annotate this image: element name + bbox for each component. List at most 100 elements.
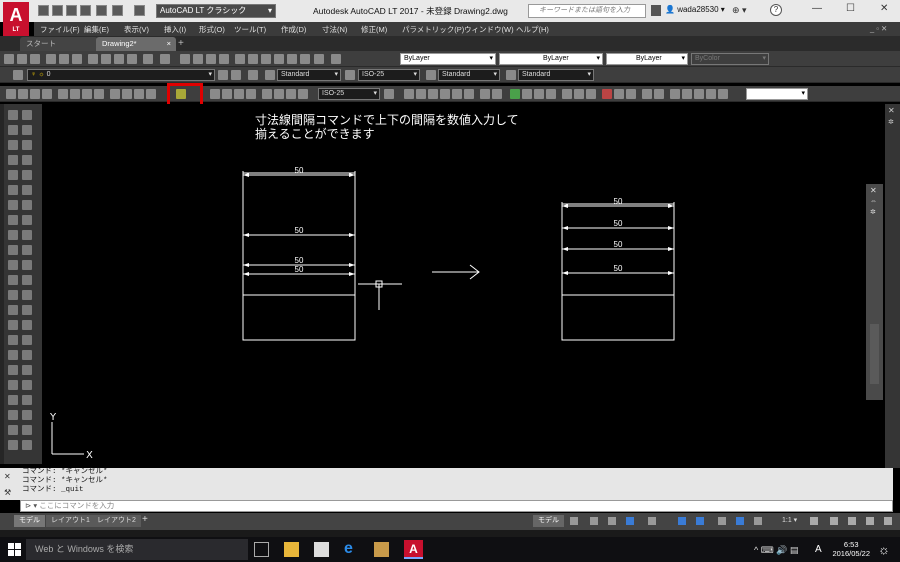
osnap-tangent-icon[interactable] [492, 89, 502, 99]
close-icon[interactable]: ✕ [888, 106, 895, 115]
status-toggles[interactable] [568, 516, 778, 526]
drawing-canvas[interactable]: 50 50 50 50 50 50 50 50 Y X [42, 104, 885, 468]
save-icon[interactable] [66, 5, 77, 16]
add-selected-icon[interactable] [22, 245, 32, 255]
arc-icon[interactable] [22, 140, 32, 150]
osnap-apparent-icon[interactable] [440, 89, 450, 99]
close-icon[interactable]: × [167, 37, 171, 51]
menu-parametric[interactable]: パラメトリック(P) [402, 24, 464, 35]
dim-override-icon[interactable] [298, 89, 308, 99]
layer-properties-icon[interactable] [13, 70, 23, 80]
ime-indicator[interactable]: A [815, 544, 822, 555]
dimension[interactable]: 50 [242, 265, 356, 278]
menu-file[interactable]: ファイル(F) [40, 24, 80, 35]
undo-icon[interactable] [112, 5, 123, 16]
clock[interactable]: 6:53 2016/05/22 [832, 540, 870, 558]
offset-icon[interactable] [22, 275, 32, 285]
single-text-icon[interactable] [22, 380, 32, 390]
menu-help[interactable]: ヘルプ(H) [516, 24, 549, 35]
zoom-icon[interactable] [193, 54, 203, 64]
task-view-icon[interactable] [254, 542, 269, 557]
center-mark-icon[interactable] [222, 89, 232, 99]
osnap-settings-icon[interactable] [586, 89, 596, 99]
osnap-mid2-icon[interactable] [626, 89, 636, 99]
menu-edit[interactable]: 編集(E) [84, 24, 109, 35]
dimension[interactable]: 50 [561, 219, 675, 232]
measure-icon[interactable] [8, 395, 18, 405]
gradient-icon[interactable] [22, 215, 32, 225]
plot-icon[interactable] [96, 5, 107, 16]
dim-arc-icon[interactable] [30, 89, 40, 99]
workspace-dropdown[interactable]: AutoCAD LT クラシック ▾ [156, 4, 276, 18]
plotstyle-control[interactable]: ByColor ▾ [691, 53, 769, 65]
layout-tab-model[interactable]: モデル [14, 515, 45, 527]
menu-tools[interactable]: ツール(T) [234, 24, 266, 35]
osnap-intersection-icon[interactable] [428, 89, 438, 99]
text-icon[interactable] [8, 380, 18, 390]
dim-radius-icon[interactable] [58, 89, 68, 99]
search-input[interactable]: キーワードまたは語句を入力 [528, 4, 646, 18]
scale-icon[interactable] [22, 305, 32, 315]
osnap-perpendicular-icon[interactable] [510, 89, 520, 99]
move-icon[interactable] [22, 290, 32, 300]
mleader-style-icon[interactable] [506, 70, 516, 80]
add-layout-button[interactable]: + [142, 514, 148, 525]
new-icon[interactable] [38, 5, 49, 16]
palette-settings-icon[interactable]: ✲ [870, 208, 876, 216]
mirror-icon[interactable] [8, 275, 18, 285]
erase-icon[interactable] [8, 260, 18, 270]
circle-icon[interactable] [8, 155, 18, 165]
ellipse-arc-icon[interactable] [8, 185, 18, 195]
calculator-icon[interactable] [314, 54, 324, 64]
qnew-icon[interactable] [4, 54, 14, 64]
autohide-icon[interactable]: ⇔ [870, 198, 877, 205]
wrench-icon[interactable]: ⚒ [4, 488, 11, 497]
menu-insert[interactable]: 挿入(I) [164, 24, 186, 35]
properties-tab[interactable] [870, 324, 879, 384]
dim-edit-icon[interactable] [262, 89, 272, 99]
mtext-icon[interactable] [694, 89, 704, 99]
settings-icon[interactable]: ✲ [888, 118, 894, 126]
exchange-icon[interactable]: ⊕ ▾ [732, 5, 747, 16]
new-tab-button[interactable]: + [178, 38, 184, 49]
help-icon[interactable] [331, 54, 341, 64]
dimension[interactable]: 50 [561, 240, 675, 253]
trim-icon[interactable] [22, 320, 32, 330]
inspect-icon[interactable] [234, 89, 244, 99]
dim-angular-icon[interactable] [94, 89, 104, 99]
dim-baseline-icon[interactable] [122, 89, 132, 99]
region-icon[interactable] [8, 230, 18, 240]
osnap-temp-icon[interactable] [602, 89, 612, 99]
maximize-button[interactable]: ☐ [846, 3, 855, 14]
qdim-icon[interactable] [110, 89, 120, 99]
dim-diameter-icon[interactable] [82, 89, 92, 99]
open-icon[interactable] [17, 54, 27, 64]
osnap-midpoint-icon[interactable] [416, 89, 426, 99]
osnap-from-icon[interactable] [614, 89, 624, 99]
layer-control[interactable]: ♀ ☼ 0 ▾ [27, 69, 215, 81]
minimize-button[interactable]: — [812, 3, 822, 14]
quick-dim-icon[interactable] [22, 425, 32, 435]
pan-icon[interactable] [180, 54, 190, 64]
close-icon[interactable]: ✕ [4, 472, 11, 481]
osnap-quadrant-icon[interactable] [480, 89, 490, 99]
menu-modify[interactable]: 修正(M) [361, 24, 387, 35]
tolerance-icon[interactable] [210, 89, 220, 99]
open-icon[interactable] [52, 5, 63, 16]
saveas-icon[interactable] [80, 5, 91, 16]
osnap-node-icon[interactable] [546, 89, 556, 99]
dim-aligned-icon[interactable] [18, 89, 28, 99]
tab-drawing2[interactable]: Drawing2* × [96, 37, 176, 51]
toolpalettes-icon[interactable] [261, 54, 271, 64]
store-icon[interactable] [314, 542, 329, 557]
lineweight-control[interactable]: ByLayer ▾ [606, 53, 688, 65]
dimtedit-icon[interactable] [274, 89, 284, 99]
jogged-linear-icon[interactable] [246, 89, 256, 99]
dim-icon[interactable] [8, 425, 18, 435]
dim-jogged-icon[interactable] [70, 89, 80, 99]
command-input[interactable]: ⊳ ▾ ここにコマンドを入力 [20, 500, 893, 512]
tolerance-icon[interactable] [22, 440, 32, 450]
fillet-icon[interactable] [8, 365, 18, 375]
dim-style-control[interactable]: ISO-25 ▾ [358, 69, 420, 81]
table-icon[interactable] [22, 230, 32, 240]
